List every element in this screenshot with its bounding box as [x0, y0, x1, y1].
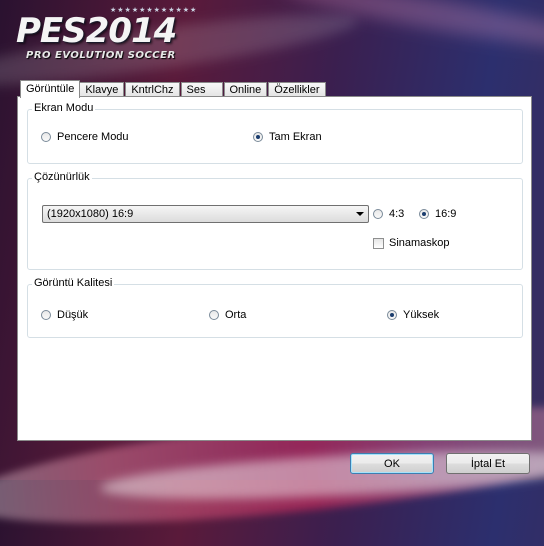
radio-quality-medium[interactable]: Orta: [209, 309, 246, 321]
radio-fullscreen[interactable]: Tam Ekran: [253, 131, 322, 143]
radio-circle: [41, 132, 51, 142]
screen-mode-title: Ekran Modu: [32, 102, 96, 114]
radio-circle: [253, 132, 263, 142]
checkbox-box: [373, 237, 384, 249]
radio-circle: [373, 209, 383, 219]
tab-goruntule[interactable]: Görüntüle: [20, 80, 81, 98]
radio-label: Tam Ekran: [269, 131, 322, 143]
radio-label: Pencere Modu: [57, 131, 129, 143]
radio-label: 16:9: [435, 208, 457, 220]
radio-aspect-4-3[interactable]: 4:3: [373, 208, 404, 220]
settings-panel: Ekran Modu Pencere Modu Tam Ekran Çözünü…: [17, 96, 532, 441]
radio-circle: [419, 209, 429, 219]
resolution-title: Çözünürlük: [32, 171, 92, 183]
radio-aspect-16-9[interactable]: 16:9: [419, 208, 456, 220]
logo-title: PES2014: [16, 11, 177, 51]
resolution-group: Çözünürlük: [27, 171, 523, 270]
radio-window-mode[interactable]: Pencere Modu: [41, 131, 129, 143]
checkbox-label: Sinamaskop: [389, 237, 450, 249]
radio-quality-high[interactable]: Yüksek: [387, 309, 439, 321]
cinemascope-checkbox[interactable]: Sinamaskop: [373, 237, 450, 249]
pes-logo: ★★★★★★★★★★★★ PES2014 PRO EVOLUTION SOCCE…: [16, 6, 196, 66]
radio-circle: [41, 310, 51, 320]
screen-mode-group: Ekran Modu Pencere Modu Tam Ekran: [27, 102, 523, 164]
background-streak: [99, 441, 544, 509]
resolution-select[interactable]: (1920x1080) 16:9: [42, 205, 369, 223]
radio-quality-low[interactable]: Düşük: [41, 309, 88, 321]
tab-bar: Görüntüle Klavye KntrlChz Ses Online Öze…: [20, 80, 326, 98]
cancel-button[interactable]: İptal Et: [446, 453, 530, 474]
radio-circle: [209, 310, 219, 320]
radio-label: Orta: [225, 309, 247, 321]
chevron-down-icon: [356, 212, 364, 216]
ok-button[interactable]: OK: [350, 453, 434, 474]
quality-title: Görüntü Kalitesi: [32, 277, 115, 289]
radio-label: Yüksek: [403, 309, 440, 321]
radio-circle: [387, 310, 397, 320]
quality-group: Görüntü Kalitesi Düşük Orta Yüksek: [27, 277, 523, 338]
radio-label: 4:3: [389, 208, 405, 220]
background-streak: [279, 0, 544, 58]
resolution-value: (1920x1080) 16:9: [47, 208, 134, 220]
logo-subtitle: PRO EVOLUTION SOCCER: [26, 50, 176, 61]
radio-label: Düşük: [57, 309, 89, 321]
